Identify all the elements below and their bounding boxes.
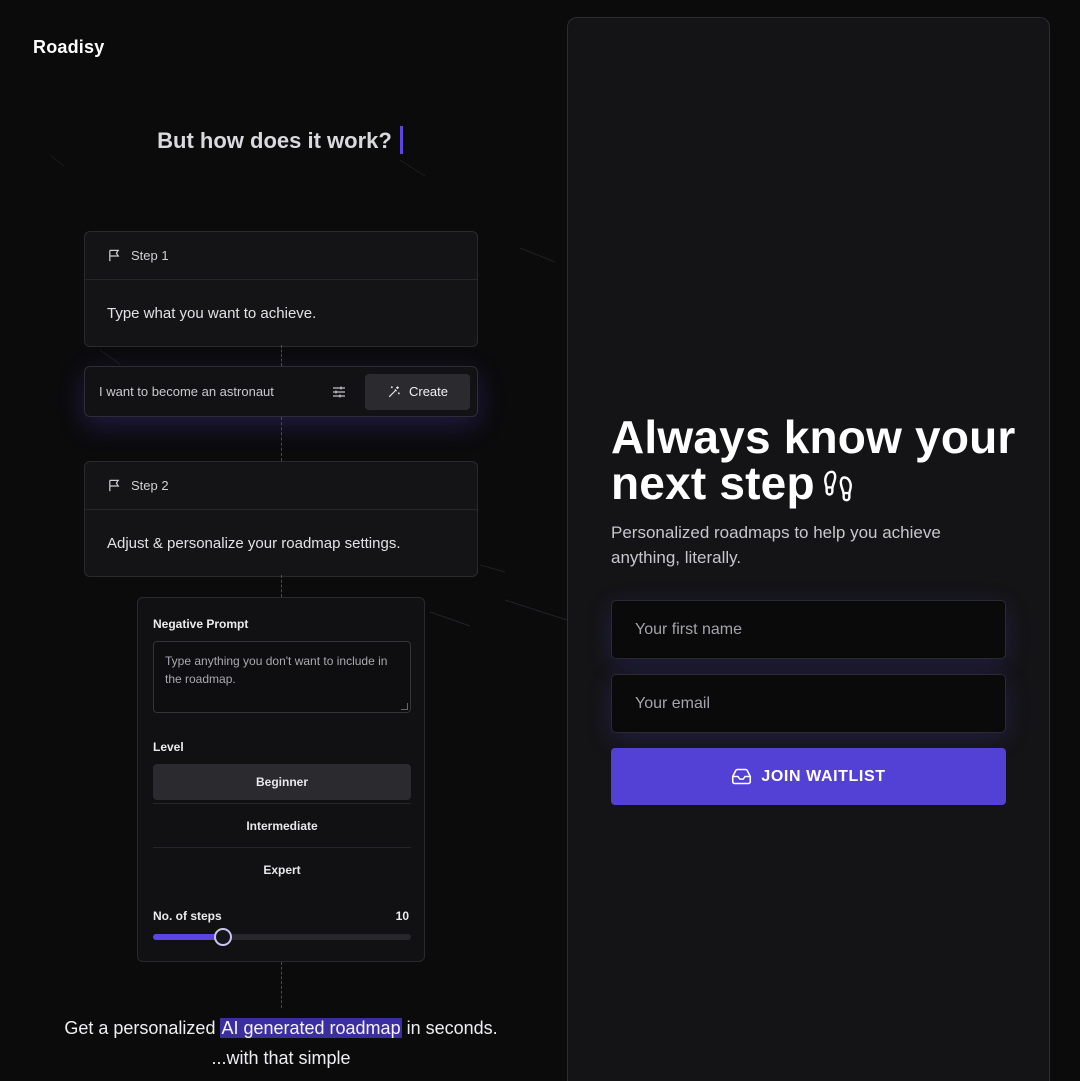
steps-slider-thumb[interactable] bbox=[213, 928, 232, 946]
email-field[interactable]: Your email bbox=[611, 674, 1006, 733]
step-card-1: Step 1 Type what you want to achieve. bbox=[84, 231, 478, 347]
negative-prompt-textarea[interactable]: Type anything you don't want to include … bbox=[153, 641, 411, 713]
connector-line bbox=[281, 962, 282, 1008]
brand-logo[interactable]: Roadisy bbox=[33, 37, 104, 58]
step-card-2: Step 2 Adjust & personalize your roadmap… bbox=[84, 461, 478, 577]
step-2-header: Step 2 bbox=[85, 462, 477, 510]
magic-wand-icon bbox=[388, 385, 400, 397]
step-2-label: Step 2 bbox=[131, 478, 169, 493]
tagline-partial: ...with that simple bbox=[211, 1048, 351, 1068]
first-name-placeholder: Your first name bbox=[635, 620, 743, 638]
flag-icon bbox=[109, 249, 120, 262]
step-1-header: Step 1 bbox=[85, 232, 477, 280]
prompt-input-bar: I want to become an astronaut Create bbox=[84, 366, 478, 417]
step-1-text: Type what you want to achieve. bbox=[107, 304, 317, 322]
footprints-icon bbox=[823, 470, 852, 502]
level-option-expert[interactable]: Expert bbox=[153, 852, 411, 888]
join-waitlist-button[interactable]: JOIN WAITLIST bbox=[611, 748, 1006, 805]
steps-slider[interactable] bbox=[153, 928, 411, 946]
how-it-works-text: But how does it work? bbox=[157, 128, 392, 153]
prompt-input[interactable]: I want to become an astronaut bbox=[85, 384, 331, 399]
negative-prompt-placeholder: Type anything you don't want to include … bbox=[165, 654, 388, 686]
first-name-field[interactable]: Your first name bbox=[611, 600, 1006, 659]
typing-cursor bbox=[399, 126, 403, 155]
create-button-label: Create bbox=[408, 384, 449, 399]
inbox-icon bbox=[732, 768, 752, 785]
connector-line bbox=[281, 345, 282, 366]
resize-handle[interactable] bbox=[401, 703, 408, 710]
hero-title: Always know your next step bbox=[611, 414, 1041, 506]
flag-icon bbox=[109, 479, 120, 492]
divider bbox=[153, 847, 411, 848]
join-waitlist-label: JOIN WAITLIST bbox=[761, 767, 886, 785]
steps-count-value: 10 bbox=[395, 909, 409, 923]
steps-count-label: No. of steps bbox=[153, 909, 222, 923]
level-option-beginner[interactable]: Beginner bbox=[153, 764, 411, 800]
connector-line bbox=[281, 575, 282, 597]
bottom-tagline: Get a personalized AI generated roadmap … bbox=[60, 1013, 502, 1073]
step-2-text: Adjust & personalize your roadmap settin… bbox=[107, 534, 401, 552]
tagline-highlight: AI generated roadmap bbox=[220, 1018, 402, 1038]
hero-subtitle: Personalized roadmaps to help you achiev… bbox=[611, 523, 941, 567]
hero-title-line1: Always know your bbox=[611, 411, 1016, 463]
hero-title-line2: next step bbox=[611, 457, 815, 509]
how-it-works-heading: But how does it work? bbox=[0, 126, 560, 156]
step-1-label: Step 1 bbox=[131, 248, 169, 263]
steps-slider-fill bbox=[153, 934, 223, 940]
connector-line bbox=[281, 417, 282, 461]
create-button[interactable]: Create bbox=[365, 373, 470, 410]
tagline-pre: Get a personalized bbox=[64, 1018, 221, 1038]
sliders-icon[interactable] bbox=[331, 384, 347, 400]
level-option-intermediate[interactable]: Intermediate bbox=[153, 808, 411, 844]
divider bbox=[153, 803, 411, 804]
negative-prompt-label: Negative Prompt bbox=[153, 617, 249, 631]
level-label: Level bbox=[153, 740, 184, 754]
tagline-post: in seconds. bbox=[401, 1018, 498, 1038]
email-placeholder: Your email bbox=[635, 694, 711, 712]
roadmap-settings-panel: Negative Prompt Type anything you don't … bbox=[137, 597, 425, 962]
